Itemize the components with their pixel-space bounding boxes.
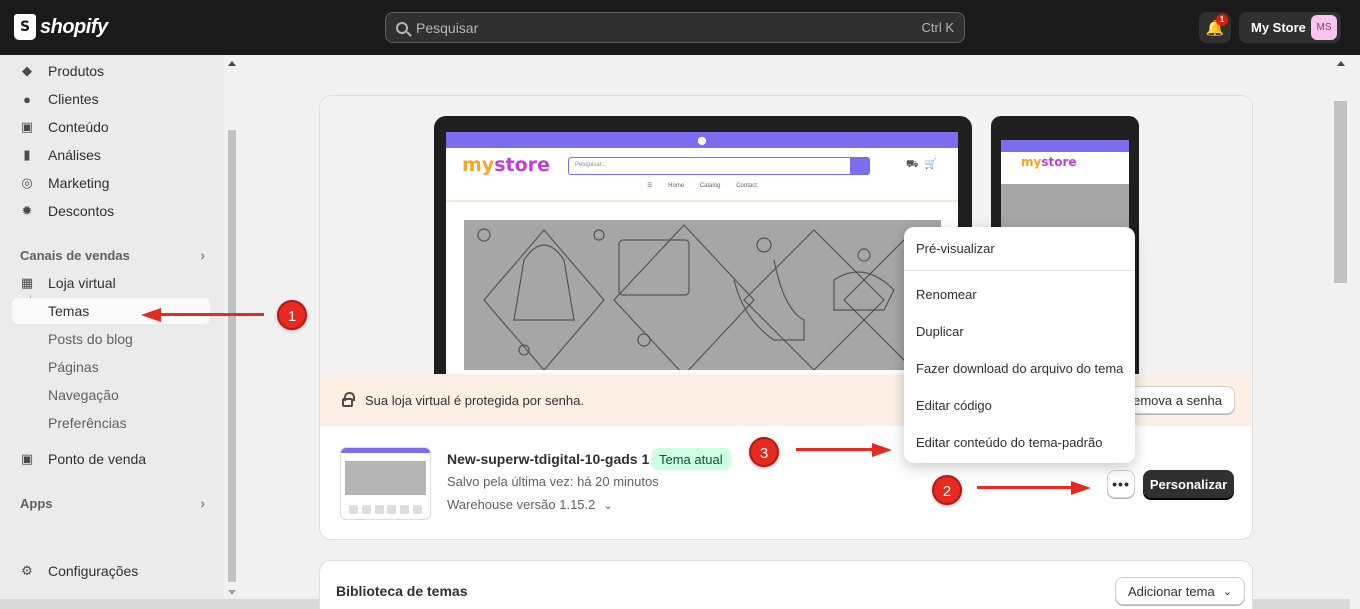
banner-text: Sua loja virtual é protegida por senha. — [365, 392, 584, 408]
scroll-up-arrow[interactable] — [228, 61, 236, 66]
customize-button[interactable]: Personalizar — [1143, 470, 1234, 498]
menu-divider — [904, 270, 1135, 271]
sidebar-item-label: Marketing — [48, 175, 110, 191]
desktop-preview: ⬤ mystore Pesquisar... ⛟🛒 ☰ Home Catalog… — [434, 116, 972, 376]
pos-icon: ▣ — [20, 451, 34, 466]
chevron-down-icon: ⌄ — [1222, 585, 1232, 598]
preview-nav: ☰ Home Catalog Contact — [647, 183, 757, 189]
preview-search-bar: Pesquisar... — [568, 157, 870, 175]
tag-icon: ◆ — [22, 63, 32, 78]
sidebar-item-ponto-de-venda[interactable]: ▣ Ponto de venda — [12, 446, 210, 472]
scroll-down-arrow[interactable] — [228, 590, 236, 595]
section-title: Canais de vendas — [20, 247, 130, 263]
discount-icon: ✹ — [21, 203, 33, 218]
main-scroll-up-arrow[interactable] — [1337, 61, 1345, 66]
sidebar-item-descontos[interactable]: ✹ Descontos — [12, 198, 210, 224]
menu-item-rename[interactable]: Renomear — [916, 287, 977, 302]
sidebar-scrollbar-thumb[interactable] — [228, 130, 236, 582]
search-placeholder: Pesquisar — [416, 19, 479, 36]
more-actions-button[interactable]: ••• — [1107, 470, 1135, 498]
annotation-marker-3: 3 — [749, 437, 779, 467]
annotation-arrow-1 — [160, 313, 264, 316]
preview-search-icon — [850, 157, 870, 175]
sales-channels-section[interactable]: Canais de vendas › — [20, 247, 205, 263]
theme-actions-menu: Pré-visualizar Renomear Duplicar Fazer d… — [904, 227, 1135, 463]
search-shortcut: Ctrl K — [921, 20, 955, 35]
sidebar-item-label: Análises — [48, 147, 101, 163]
preview-divider — [446, 200, 958, 202]
location-pin-icon: ⬤ — [446, 132, 958, 148]
shopify-logo[interactable]: shopify — [14, 14, 108, 40]
library-title: Biblioteca de temas — [336, 583, 468, 599]
chevron-down-icon: ⌄ — [603, 500, 613, 512]
store-icon: ▦ — [20, 275, 34, 290]
menu-item-preview[interactable]: Pré-visualizar — [916, 241, 995, 256]
store-menu-button[interactable]: My Store MS — [1239, 12, 1341, 43]
notification-badge: 1 — [1216, 14, 1228, 26]
bar-chart-icon: ▮ — [23, 147, 31, 162]
menu-item-duplicate[interactable]: Duplicar — [916, 324, 964, 339]
sidebar-item-label: Produtos — [48, 63, 105, 79]
top-bar: shopify Pesquisar Ctrl K 🔔 1 My Store MS — [0, 0, 1360, 55]
image-icon: ▣ — [20, 119, 34, 134]
apps-section[interactable]: Apps › — [20, 495, 205, 511]
sidebar-item-paginas[interactable]: Páginas — [48, 354, 99, 380]
theme-name: New-superw-tdigital-10-gads 1 — [447, 451, 650, 467]
add-theme-button[interactable]: Adicionar tema ⌄ — [1115, 577, 1245, 605]
current-theme-badge: Tema atual — [651, 448, 731, 470]
logo-text: shopify — [40, 15, 108, 38]
sidebar-item-navegacao[interactable]: Navegação — [48, 382, 119, 408]
search-input[interactable]: Pesquisar Ctrl K — [385, 12, 965, 43]
section-title: Apps — [20, 495, 53, 511]
lock-icon — [342, 392, 355, 407]
notifications-button[interactable]: 🔔 1 — [1199, 12, 1231, 43]
annotation-marker-1: 1 — [277, 300, 307, 330]
sidebar-item-produtos[interactable]: ◆ Produtos — [12, 58, 210, 84]
target-icon: ◎ — [21, 175, 33, 190]
chevron-right-icon: › — [200, 247, 205, 263]
sidebar-item-label: Clientes — [48, 91, 99, 107]
menu-item-edit-code[interactable]: Editar código — [916, 398, 992, 413]
preview-cart-icon: ⛟🛒 — [906, 159, 944, 170]
annotation-arrowhead-3 — [872, 443, 892, 457]
preview-mobile-logo: mystore — [1021, 155, 1077, 169]
sidebar-item-label: Configurações — [48, 563, 139, 579]
menu-item-edit-default-content[interactable]: Editar conteúdo do tema-padrão — [916, 435, 1102, 450]
sidebar-item-label: Conteúdo — [48, 119, 109, 135]
sidebar-item-label: Descontos — [48, 203, 115, 219]
sidebar-item-label: Temas — [48, 303, 90, 319]
annotation-arrowhead-1 — [141, 308, 161, 322]
theme-version[interactable]: Warehouse versão 1.15.2 ⌄ — [447, 497, 613, 512]
annotation-arrow-2 — [977, 486, 1073, 489]
sidebar-item-preferencias[interactable]: Preferências — [48, 410, 127, 436]
sidebar-item-temas[interactable]: Temas — [12, 298, 210, 324]
last-saved-text: Salvo pela última vez: há 20 minutos — [447, 474, 659, 489]
person-icon: ● — [23, 91, 31, 107]
sidebar-item-analises[interactable]: ▮ Análises — [12, 142, 210, 168]
search-icon — [396, 21, 408, 34]
sidebar-item-marketing[interactable]: ◎ Marketing — [12, 170, 210, 196]
store-name: My Store — [1251, 20, 1306, 35]
sidebar-item-conteudo[interactable]: ▣ Conteúdo — [12, 114, 210, 140]
sidebar-item-posts-blog[interactable]: Posts do blog — [48, 326, 133, 352]
desktop-preview-screen: ⬤ mystore Pesquisar... ⛟🛒 ☰ Home Catalog… — [446, 132, 958, 376]
preview-hero-image — [464, 220, 941, 370]
theme-library-card: Biblioteca de temas Adicionar tema ⌄ — [319, 560, 1253, 609]
theme-thumbnail — [340, 447, 431, 520]
sidebar-item-label: Ponto de venda — [48, 451, 147, 467]
sidebar-item-loja-virtual[interactable]: ▦ Loja virtual — [12, 270, 210, 296]
annotation-marker-2: 2 — [932, 475, 962, 505]
preview-store-logo: mystore — [462, 154, 550, 176]
avatar: MS — [1311, 15, 1337, 40]
shopify-bag-icon — [14, 14, 36, 40]
menu-item-download[interactable]: Fazer download do arquivo do tema — [916, 361, 1123, 376]
annotation-arrowhead-2 — [1071, 481, 1091, 495]
chevron-right-icon: › — [200, 495, 205, 511]
sidebar-item-configuracoes[interactable]: ⚙ Configurações — [12, 558, 210, 584]
annotation-arrow-3 — [796, 448, 874, 451]
sidebar-item-label: Loja virtual — [48, 275, 116, 291]
gear-icon: ⚙ — [21, 563, 33, 578]
main-scrollbar-thumb[interactable] — [1334, 101, 1347, 283]
sidebar-item-clientes[interactable]: ● Clientes — [12, 86, 210, 112]
